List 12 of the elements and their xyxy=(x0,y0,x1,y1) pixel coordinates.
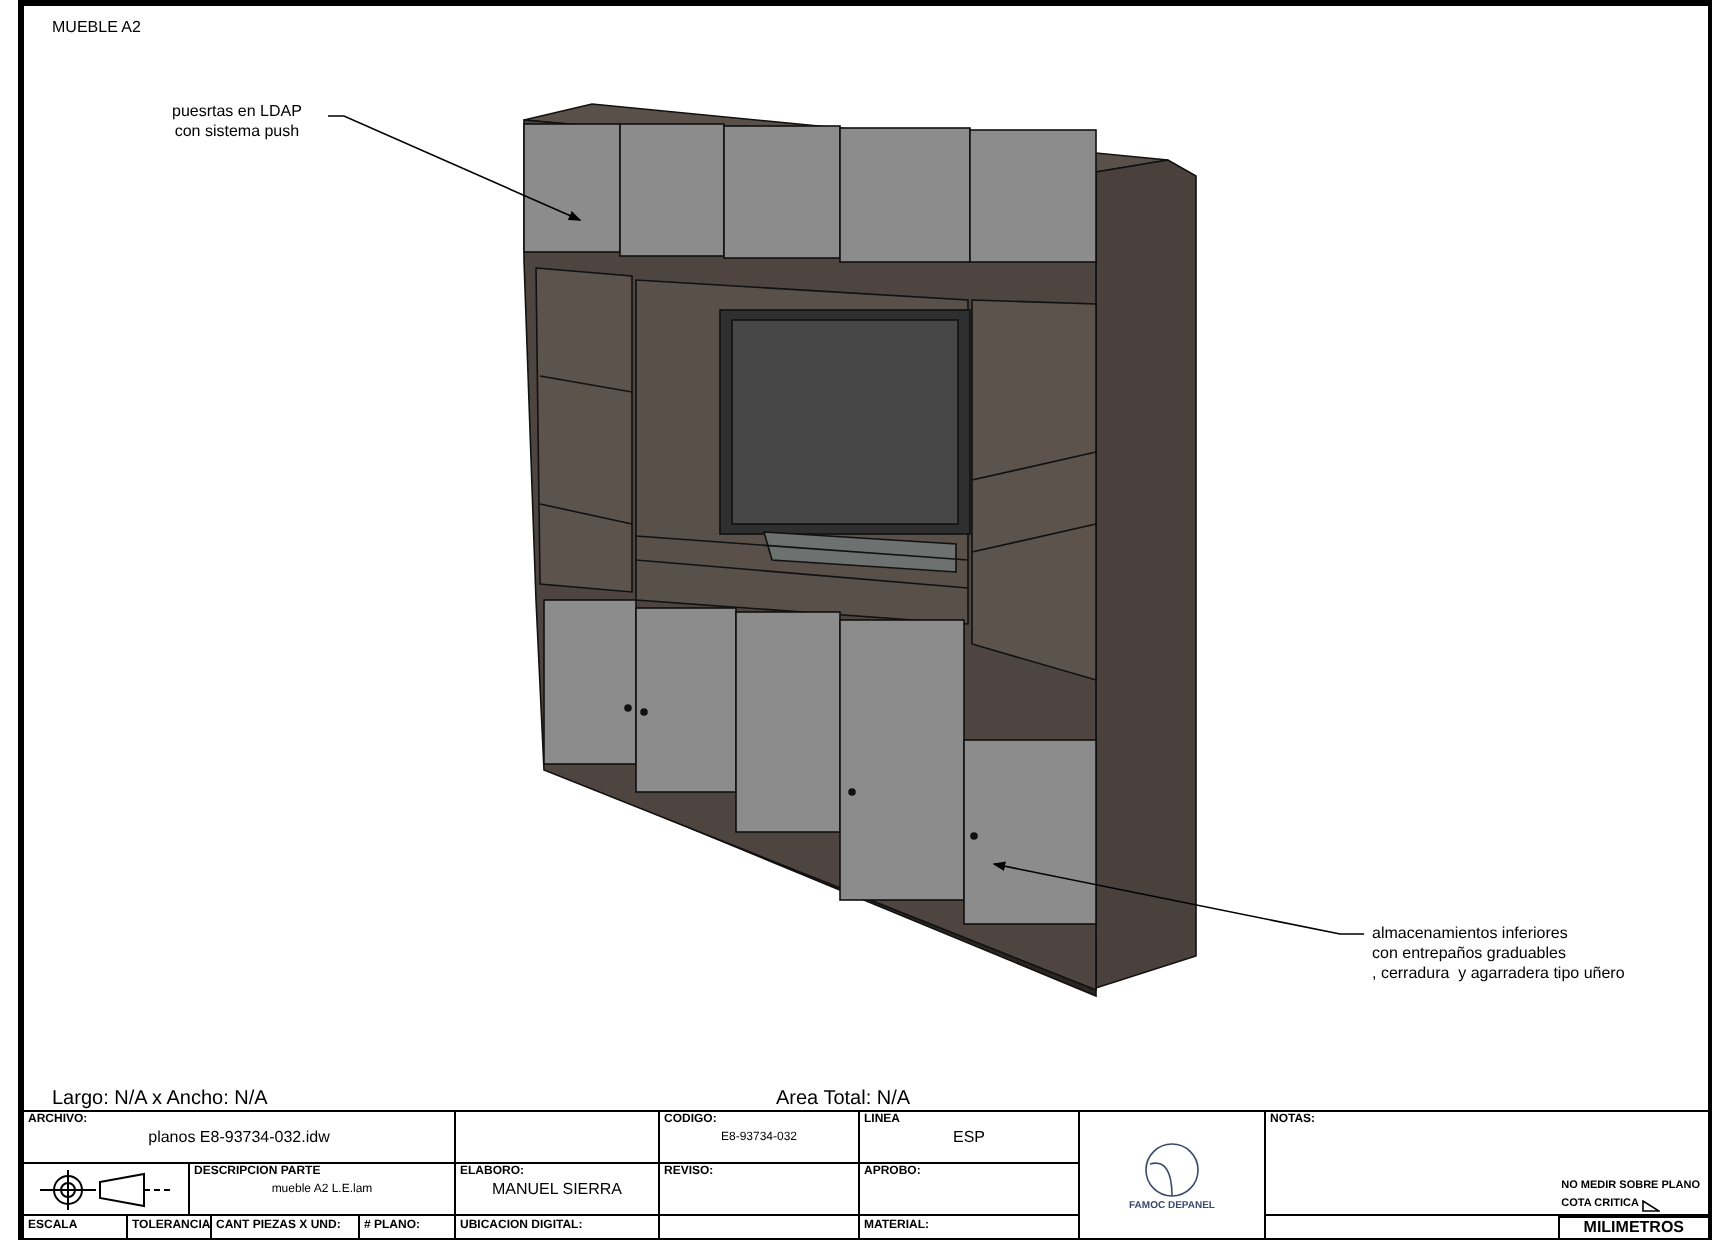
logo-icon xyxy=(1142,1139,1202,1199)
drawing-title: MUEBLE A2 xyxy=(52,18,141,36)
annotation-text: almacenamientos inferiores con entrepaños graduables , cerradura y agarradera tipo uñero xyxy=(1372,924,1625,984)
area-text: Area Total: N/A xyxy=(776,1088,911,1110)
projection-symbol-icon xyxy=(40,1169,172,1209)
dimensions-text: Largo: N/A x Ancho: N/A xyxy=(52,1088,270,1110)
triangle-icon xyxy=(1642,1199,1661,1211)
annotation-text: puesrtas en LDAP con sistema push xyxy=(172,102,302,142)
field-value: MANUEL SIERRA xyxy=(489,1180,625,1200)
units-label: MILIMETROS xyxy=(1557,1216,1708,1238)
field-value: planos E8-93734-032.idw xyxy=(146,1128,332,1148)
field-value: ESP xyxy=(950,1128,987,1148)
